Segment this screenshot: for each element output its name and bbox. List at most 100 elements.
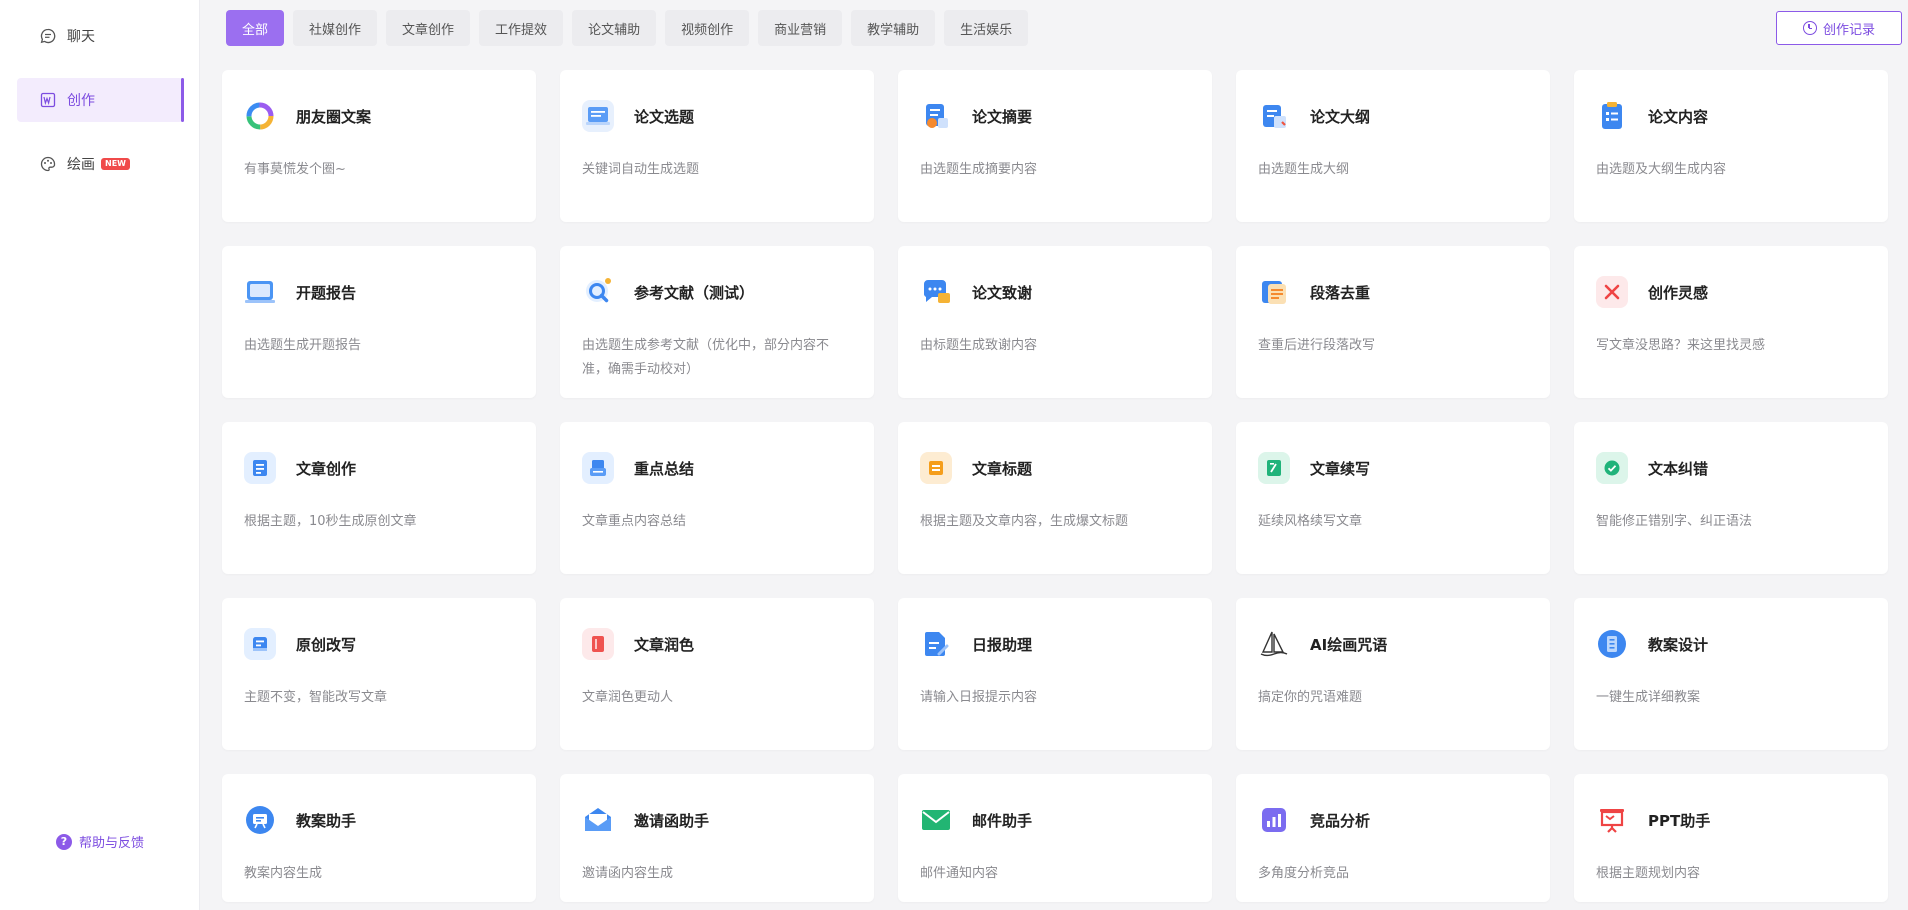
- paper-abstract-icon: [920, 100, 952, 132]
- card-ai-painting-prompt[interactable]: AI绘画咒语 搞定你的咒语难题: [1236, 598, 1550, 750]
- card-desc: 教案内容生成: [244, 866, 323, 881]
- polish-icon: [582, 628, 614, 660]
- card-title: 竞品分析: [1310, 811, 1371, 830]
- card-desc: 请输入日报提示内容: [920, 690, 1038, 705]
- tab-article[interactable]: 文章创作: [386, 10, 471, 46]
- card-desc: 写文章没思路？来这里找灵感: [1596, 338, 1766, 353]
- card-title: 文章续写: [1310, 459, 1371, 478]
- card-title: 创作灵感: [1648, 283, 1709, 302]
- thanks-icon: [920, 276, 952, 308]
- card-desc: 文章重点内容总结: [582, 514, 687, 529]
- card-article-continue[interactable]: 文章续写 延续风格续写文章: [1236, 422, 1550, 574]
- tab-thesis[interactable]: 论文辅助: [572, 10, 657, 46]
- tab-productivity[interactable]: 工作提效: [479, 10, 564, 46]
- card-paragraph-dedupe[interactable]: 段落去重 查重后进行段落改写: [1236, 246, 1550, 398]
- card-title: AI绘画咒语: [1310, 635, 1388, 654]
- summary-icon: [582, 452, 614, 484]
- card-lesson-design[interactable]: 教案设计 一键生成详细教案: [1574, 598, 1888, 750]
- dedupe-icon: [1258, 276, 1290, 308]
- card-desc: 由选题生成参考文献（优化中，部分内容不准，确需手动校对）: [582, 338, 830, 377]
- sidebar-item-chat[interactable]: 聊天: [17, 14, 183, 58]
- sidebar-item-draw[interactable]: 绘画 NEW: [17, 142, 183, 186]
- card-title: 重点总结: [634, 459, 695, 478]
- paper-content-icon: [1596, 100, 1628, 132]
- tool-card-grid: 朋友圈文案 有事莫慌发个圈~ 论文选题 关键词自动生成选题 论文摘要 由选题生成…: [222, 70, 1892, 902]
- tab-marketing[interactable]: 商业营销: [758, 10, 843, 46]
- card-desc: 关键词自动生成选题: [582, 162, 700, 177]
- card-thesis-thanks[interactable]: 论文致谢 由标题生成致谢内容: [898, 246, 1212, 398]
- category-tabs: 全部 社媒创作 文章创作 工作提效 论文辅助 视频创作 商业营销 教学辅助 生活…: [226, 10, 1029, 46]
- card-desc: 搞定你的咒语难题: [1258, 690, 1363, 705]
- chat-icon: [39, 27, 57, 45]
- palette-icon: [39, 155, 57, 173]
- chart-icon: [1258, 804, 1290, 836]
- card-article-polish[interactable]: 文章润色 文章润色更动人: [560, 598, 874, 750]
- tab-video[interactable]: 视频创作: [665, 10, 750, 46]
- correction-icon: [1596, 452, 1628, 484]
- tab-all[interactable]: 全部: [226, 10, 285, 46]
- card-desc: 由选题生成大纲: [1258, 162, 1350, 177]
- card-title: 论文摘要: [972, 107, 1033, 126]
- card-opening-report[interactable]: 开题报告 由选题生成开题报告: [222, 246, 536, 398]
- card-desc: 邮件通知内容: [920, 866, 999, 881]
- card-inspiration[interactable]: 创作灵感 写文章没思路？来这里找灵感: [1574, 246, 1888, 398]
- card-title: 参考文献（测试）: [634, 283, 755, 302]
- report-icon: [244, 276, 276, 308]
- card-thesis-content[interactable]: 论文内容 由选题及大纲生成内容: [1574, 70, 1888, 222]
- tab-social-media[interactable]: 社媒创作: [293, 10, 378, 46]
- card-title: 文章标题: [972, 459, 1033, 478]
- paper-outline-icon: [1258, 100, 1290, 132]
- headline-icon: [920, 452, 952, 484]
- reference-icon: [582, 276, 614, 308]
- paper-topic-icon: [582, 100, 614, 132]
- card-desc: 由选题生成开题报告: [244, 338, 362, 353]
- card-title: 段落去重: [1310, 283, 1371, 302]
- card-title: 邮件助手: [972, 811, 1033, 830]
- card-desc: 主题不变，智能改写文章: [244, 690, 388, 705]
- card-title: 文章润色: [634, 635, 695, 654]
- card-text-correction[interactable]: 文本纠错 智能修正错别字、纠正语法: [1574, 422, 1888, 574]
- card-desc: 由标题生成致谢内容: [920, 338, 1038, 353]
- ppt-icon: [1596, 804, 1628, 836]
- tab-teaching[interactable]: 教学辅助: [851, 10, 936, 46]
- card-title: 论文选题: [634, 107, 695, 126]
- card-competitor-analysis[interactable]: 竞品分析 多角度分析竞品: [1236, 774, 1550, 902]
- card-lesson-assistant[interactable]: 教案助手 教案内容生成: [222, 774, 536, 902]
- card-thesis-topic[interactable]: 论文选题 关键词自动生成选题: [560, 70, 874, 222]
- tab-lifestyle[interactable]: 生活娱乐: [944, 10, 1029, 46]
- card-article-creation[interactable]: 文章创作 根据主题，10秒生成原创文章: [222, 422, 536, 574]
- card-thesis-outline[interactable]: 论文大纲 由选题生成大纲: [1236, 70, 1550, 222]
- card-key-summary[interactable]: 重点总结 文章重点内容总结: [560, 422, 874, 574]
- card-original-rewrite[interactable]: 原创改写 主题不变，智能改写文章: [222, 598, 536, 750]
- card-title: 文本纠错: [1648, 459, 1709, 478]
- card-daily-report[interactable]: 日报助理 请输入日报提示内容: [898, 598, 1212, 750]
- inspiration-icon: [1596, 276, 1628, 308]
- creation-history-button[interactable]: 创作记录: [1776, 11, 1902, 45]
- card-ppt-assistant[interactable]: PPT助手 根据主题规划内容: [1574, 774, 1888, 902]
- card-article-headline[interactable]: 文章标题 根据主题及文章内容，生成爆文标题: [898, 422, 1212, 574]
- mail-icon: [920, 804, 952, 836]
- card-references[interactable]: 参考文献（测试） 由选题生成参考文献（优化中，部分内容不准，确需手动校对）: [560, 246, 874, 398]
- question-icon: ?: [56, 833, 72, 850]
- lesson-assistant-icon: [244, 804, 276, 836]
- card-moments-copy[interactable]: 朋友圈文案 有事莫慌发个圈~: [222, 70, 536, 222]
- card-thesis-abstract[interactable]: 论文摘要 由选题生成摘要内容: [898, 70, 1212, 222]
- sidebar-item-label: 绘画: [67, 157, 95, 173]
- card-mail-assistant[interactable]: 邮件助手 邮件通知内容: [898, 774, 1212, 902]
- clock-icon: [1802, 21, 1817, 35]
- card-title: 论文内容: [1648, 107, 1709, 126]
- sidebar-item-label: 创作: [67, 93, 95, 109]
- card-desc: 文章润色更动人: [582, 690, 674, 705]
- card-desc: 邀请函内容生成: [582, 866, 674, 881]
- new-badge: NEW: [101, 158, 130, 170]
- card-invitation-assistant[interactable]: 邀请函助手 邀请函内容生成: [560, 774, 874, 902]
- sidebar-item-create[interactable]: 创作: [17, 78, 184, 122]
- card-title: 朋友圈文案: [296, 107, 372, 126]
- help-label: 帮助与反馈: [79, 836, 145, 851]
- card-title: 论文大纲: [1310, 107, 1371, 126]
- card-title: PPT助手: [1648, 811, 1711, 830]
- article-icon: [244, 452, 276, 484]
- help-feedback-link[interactable]: ? 帮助与反馈: [56, 832, 144, 851]
- card-title: 教案助手: [296, 811, 357, 830]
- continue-icon: [1258, 452, 1290, 484]
